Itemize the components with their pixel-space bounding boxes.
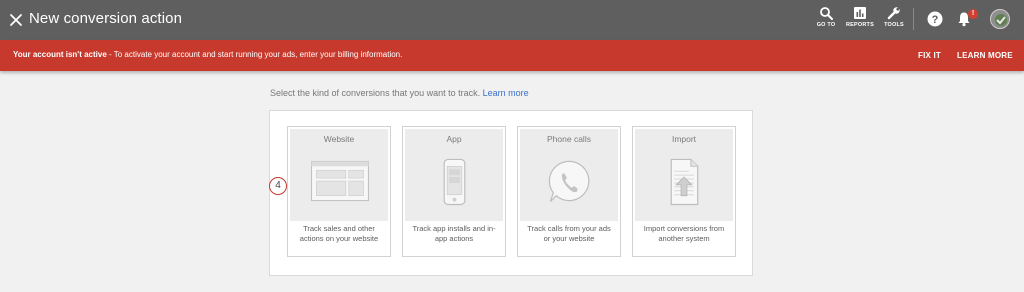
import-file-icon (670, 158, 699, 206)
svg-text:?: ? (932, 14, 939, 26)
tile-phone-calls-desc: Track calls from your ads or your websit… (527, 224, 611, 243)
alert-text: - To activate your account and start run… (106, 50, 403, 59)
tile-phone-calls-title: Phone calls (547, 134, 591, 144)
tile-app-title: App (446, 134, 462, 144)
page-title: New conversion action (29, 10, 183, 27)
prompt-text: Select the kind of conversions that you … (270, 88, 481, 98)
help-icon[interactable]: ? (927, 11, 943, 32)
tile-website-desc: Track sales and other actions on your we… (299, 224, 379, 243)
tile-import[interactable]: Import Import conversions from another s… (632, 126, 736, 257)
toolbar-divider (913, 8, 914, 30)
avatar-image (991, 10, 1009, 28)
alert-message: Your account isn't active - To activate … (13, 50, 402, 59)
fix-it-button[interactable]: FIX IT (918, 51, 941, 60)
tile-import-card: Import (635, 129, 733, 221)
account-alert-bar: Your account isn't active - To activate … (0, 40, 1024, 71)
reports-button[interactable]: REPORTS (845, 6, 875, 36)
reports-label: REPORTS (846, 22, 874, 28)
tile-phone-calls[interactable]: Phone calls Track calls from your ads or… (517, 126, 621, 257)
avatar[interactable] (990, 9, 1010, 29)
tile-app-desc: Track app installs and in-app actions (412, 224, 496, 243)
tile-app[interactable]: App Track app installs and in-app action… (402, 126, 506, 257)
tile-phone-calls-card: Phone calls (520, 129, 618, 221)
search-icon (820, 7, 833, 20)
wrench-icon (887, 7, 900, 20)
alert-strong: Your account isn't active (13, 50, 107, 59)
notification-badge: ! (968, 9, 978, 19)
website-icon (311, 160, 369, 202)
goto-label: GO TO (816, 22, 836, 28)
phone-device-icon (443, 158, 466, 206)
learn-more-link[interactable]: Learn more (483, 88, 529, 98)
tools-label: TOOLS (884, 22, 904, 28)
phone-call-icon (548, 160, 590, 202)
tile-website-card: Website (290, 129, 388, 221)
learn-more-button[interactable]: LEARN MORE (957, 51, 1013, 60)
tile-import-title: Import (671, 134, 697, 144)
conversion-prompt: Select the kind of conversions that you … (270, 88, 529, 98)
step-marker: 4 (269, 177, 287, 195)
tile-website-title: Website (323, 134, 355, 144)
tile-app-card: App (405, 129, 503, 221)
tile-website[interactable]: Website Track sales and other actions on… (287, 126, 391, 257)
tile-import-desc: Import conversions from another system (643, 224, 725, 243)
reports-icon (854, 7, 866, 19)
goto-button[interactable]: GO TO (811, 6, 841, 36)
app-header: New conversion action GO TO REPORTS TOOL… (0, 0, 1024, 40)
tools-button[interactable]: TOOLS (879, 6, 909, 36)
close-icon[interactable] (5, 9, 27, 31)
